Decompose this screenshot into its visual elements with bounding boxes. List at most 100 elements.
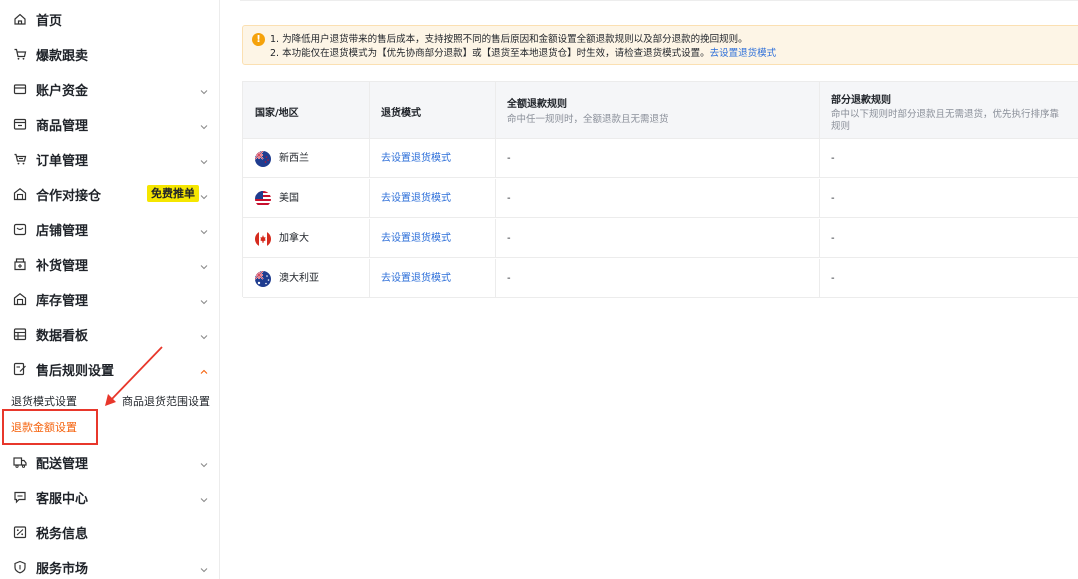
sidebar-item-label: 税务信息 [36,526,89,542]
header-partial-refund-desc-1: 命中以下规则时部分退款且无需退货，优先执行排序靠 [831,109,1060,120]
set-return-mode-link[interactable]: 去设置退货模式 [381,139,451,178]
chevron-down-icon [198,293,210,305]
submenu-return-scope[interactable]: 商品退货范围设置 [122,393,210,409]
chevron-down-icon [198,561,210,573]
column-divider [369,219,370,257]
sidebar-item-dashboard[interactable]: 数据看板 [0,317,220,351]
table-row: 美国 去设置退货模式 - - [243,179,1078,218]
sidebar-item-service-market[interactable]: 服务市场 [0,550,220,579]
chevron-down-icon [198,328,210,340]
full-refund-value: - [507,153,511,164]
sidebar-item-shop[interactable]: 店铺管理 [0,212,220,246]
sidebar-item-home[interactable]: 首页 [0,2,220,36]
sidebar-item-label: 客服中心 [36,491,89,507]
header-partial-refund-desc-2: 规则 [831,121,851,132]
header-full-refund: 全额退款规则 [507,99,567,110]
sidebar-item-label: 售后规则设置 [36,363,115,379]
sidebar-item-label: 库存管理 [36,293,89,309]
column-divider [369,259,370,297]
chevron-down-icon [198,153,210,165]
app: 首页 爆款跟卖 账户资金 商品管理 订单管理 合作对接仓 免费推单 店铺管理 补… [0,0,1078,579]
column-divider [369,139,370,177]
column-divider [495,179,496,217]
column-divider [369,179,370,217]
sidebar-item-label: 服务市场 [36,561,89,577]
full-refund-value: - [507,273,511,284]
main-content: ! 1. 为降低用户退货带来的售后成本，支持按照不同的售后原因和金额设置全额退款… [220,0,1078,579]
aftersale-icon [12,361,28,377]
sidebar-item-service-center[interactable]: 客服中心 [0,480,220,514]
chevron-down-icon [198,118,210,130]
sidebar-item-label: 店铺管理 [36,223,89,239]
annotation-highlight-box [2,409,98,445]
column-divider [819,179,820,217]
region-name: 新西兰 [279,153,309,164]
set-return-mode-link[interactable]: 去设置退货模式 [381,259,451,298]
sidebar-item-label: 订单管理 [36,153,89,169]
column-divider [819,259,820,297]
sidebar-item-hot-follow[interactable]: 爆款跟卖 [0,37,220,71]
chevron-down-icon [198,223,210,235]
region-name: 加拿大 [279,233,309,244]
wallet-icon [12,81,28,97]
cart-icon [12,46,28,62]
partial-refund-value: - [831,193,835,204]
partial-refund-value: - [831,153,835,164]
restock-icon [12,256,28,272]
free-push-badge: 免费推单 [147,185,199,202]
ca-flag-icon [255,231,271,247]
sidebar-item-label: 账户资金 [36,83,89,99]
column-divider [369,82,370,138]
notice-line-2: 2. 本功能仅在退货模式为【优先协商部分退款】或【退货至本地退货仓】时生效，请检… [270,45,776,59]
chevron-up-icon [198,363,210,375]
delivery-icon [12,454,28,470]
set-return-mode-link[interactable]: 去设置退货模式 [381,219,451,258]
tax-icon [12,524,28,540]
warning-icon: ! [252,33,265,46]
notice-line-2-text: 2. 本功能仅在退货模式为【优先协商部分退款】或【退货至本地退货仓】时生效，请检… [270,48,710,59]
sidebar-item-label: 数据看板 [36,328,89,344]
home-icon [12,11,28,27]
sidebar-item-inventory[interactable]: 库存管理 [0,282,220,316]
column-divider [495,82,496,138]
sidebar-item-label: 补货管理 [36,258,89,274]
header-partial-refund: 部分退款规则 [831,95,891,106]
au-flag-icon [255,271,271,287]
sidebar-item-tax-info[interactable]: 税务信息 [0,515,220,549]
sidebar-item-restock[interactable]: 补货管理 [0,247,220,281]
header-full-refund-desc: 命中任一规则时，全额退款且无需退货 [507,114,669,125]
shop-icon [12,221,28,237]
sidebar-item-products[interactable]: 商品管理 [0,107,220,141]
column-divider [819,82,820,138]
sidebar-item-orders[interactable]: 订单管理 [0,142,220,176]
partial-refund-value: - [831,273,835,284]
submenu-return-mode[interactable]: 退货模式设置 [11,393,77,409]
sidebar-item-label: 商品管理 [36,118,89,134]
go-set-return-mode-link[interactable]: 去设置退货模式 [710,48,777,59]
chevron-down-icon [198,456,210,468]
sidebar-item-aftersale-rules[interactable]: 售后规则设置 [0,352,220,386]
full-refund-value: - [507,193,511,204]
table-row: 加拿大 去设置退货模式 - - [243,219,1078,258]
sidebar-item-delivery[interactable]: 配送管理 [0,445,220,479]
nz-flag-icon [255,151,271,167]
sidebar-item-account-funds[interactable]: 账户资金 [0,72,220,106]
notice-line-1: 1. 为降低用户退货带来的售后成本，支持按照不同的售后原因和金额设置全额退款规则… [270,34,748,45]
notice-banner: ! 1. 为降低用户退货带来的售后成本，支持按照不同的售后原因和金额设置全额退款… [242,25,1078,65]
column-divider [819,219,820,257]
sidebar-item-warehouse[interactable]: 合作对接仓 免费推单 [0,177,220,211]
column-divider [495,139,496,177]
column-divider [819,139,820,177]
chevron-down-icon [198,83,210,95]
header-region: 国家/地区 [255,108,299,119]
table-row: 新西兰 去设置退货模式 - - [243,139,1078,178]
sidebar-item-label: 首页 [36,13,63,29]
sidebar-item-label: 配送管理 [36,456,89,472]
set-return-mode-link[interactable]: 去设置退货模式 [381,179,451,218]
refund-rules-table: 国家/地区 退货模式 全额退款规则 命中任一规则时，全额退款且无需退货 部分退款… [242,81,1078,298]
sidebar-item-label: 爆款跟卖 [36,48,89,64]
product-icon [12,116,28,132]
order-icon [12,151,28,167]
partial-refund-value: - [831,233,835,244]
chevron-down-icon [198,258,210,270]
